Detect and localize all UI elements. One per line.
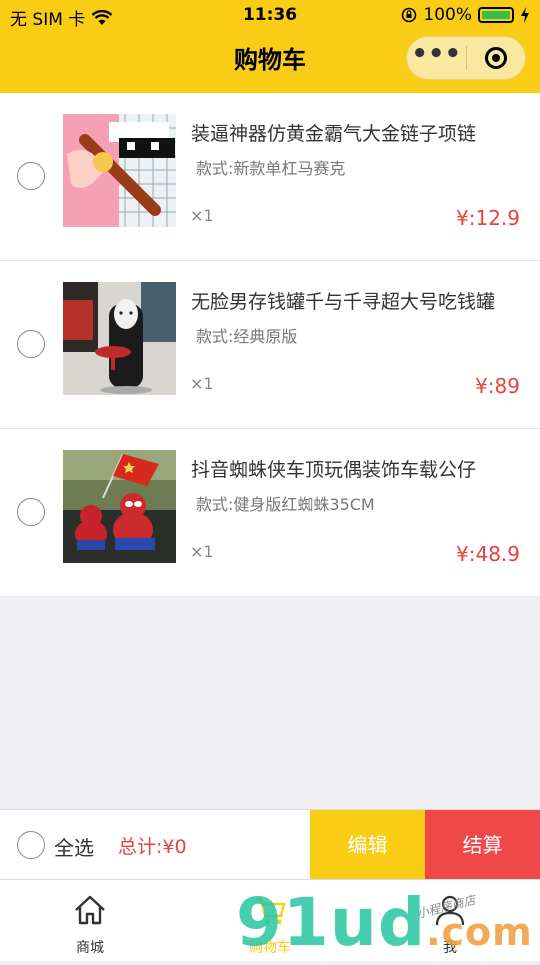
watermark-text: 91ud (236, 884, 427, 961)
product-spec: 款式:经典原版 (196, 327, 298, 346)
tab-home[interactable]: 商城 (0, 880, 180, 961)
nav-header: 无 SIM 卡 11:36 100% 购物车 ••• (0, 0, 540, 93)
product-price: ¥:48.9 (456, 542, 520, 566)
charging-icon (521, 7, 529, 23)
product-name[interactable]: 抖音蜘蛛侠车顶玩偶装饰车载公仔 (191, 455, 521, 482)
edit-button[interactable]: 编辑 (310, 810, 425, 880)
checkout-button[interactable]: 结算 (425, 810, 540, 880)
product-spec: 款式:新款单杠马赛克 (196, 159, 346, 178)
cart-action-bar: 全选 总计:¥0 编辑 结算 (0, 809, 540, 880)
cart-item: 抖音蜘蛛侠车顶玩偶装饰车载公仔 款式:健身版红蜘蛛35CM ×1 ¥:48.9 (0, 429, 540, 597)
item-select-checkbox[interactable] (17, 162, 45, 190)
select-all-checkbox[interactable] (17, 831, 45, 859)
product-price: ¥:12.9 (456, 206, 520, 230)
product-image[interactable] (63, 282, 176, 395)
watermark-suffix: .com (426, 910, 533, 954)
item-select-checkbox[interactable] (17, 330, 45, 358)
select-all-label[interactable]: 全选 (54, 832, 94, 861)
close-miniprogram-button[interactable] (466, 47, 525, 69)
total-price: 总计:¥0 (118, 836, 187, 858)
home-icon (75, 895, 105, 925)
item-select-checkbox[interactable] (17, 498, 45, 526)
product-name[interactable]: 装逼神器仿黄金霸气大金链子项链 (191, 119, 521, 146)
rotation-lock-icon (402, 7, 417, 23)
product-quantity: ×1 (190, 374, 214, 393)
status-bar: 无 SIM 卡 11:36 100% (0, 0, 540, 30)
tab-label: 商城 (76, 940, 104, 956)
product-image[interactable] (63, 114, 176, 227)
watermark-logo: 91ud.com (236, 890, 533, 965)
cart-item: 无脸男存钱罐千与千寻超大号吃钱罐 款式:经典原版 ×1 ¥:89 (0, 261, 540, 429)
target-icon (484, 47, 507, 69)
product-quantity: ×1 (190, 206, 214, 225)
miniprogram-capsule: ••• (406, 36, 526, 80)
cart-list: 装逼神器仿黄金霸气大金链子项链 款式:新款单杠马赛克 ×1 ¥:12.9 无脸男… (0, 93, 540, 597)
product-image[interactable] (63, 450, 176, 563)
product-price: ¥:89 (475, 374, 520, 398)
product-spec: 款式:健身版红蜘蛛35CM (196, 495, 375, 514)
product-quantity: ×1 (190, 542, 214, 561)
battery-percent: 100% (423, 5, 472, 25)
cart-item: 装逼神器仿黄金霸气大金链子项链 款式:新款单杠马赛克 ×1 ¥:12.9 (0, 93, 540, 261)
more-button[interactable]: ••• (407, 41, 466, 67)
product-name[interactable]: 无脸男存钱罐千与千寻超大号吃钱罐 (191, 287, 521, 314)
battery-icon (478, 7, 514, 23)
